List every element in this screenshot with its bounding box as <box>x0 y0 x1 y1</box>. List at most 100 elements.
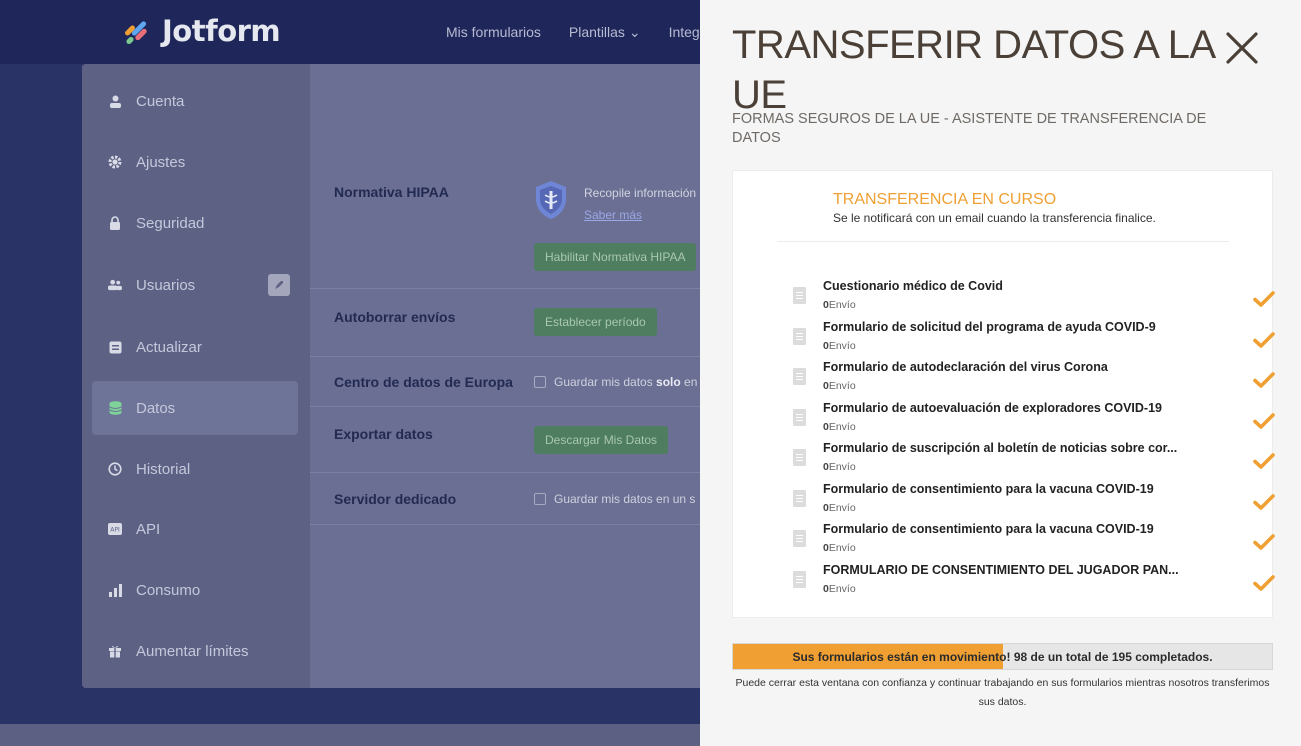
sidebar-item-actualizar[interactable]: Actualizar <box>92 320 298 374</box>
set-period-button[interactable]: Establecer período <box>534 308 657 336</box>
submission-count: 0Envío <box>823 421 856 433</box>
nav-integrations[interactable]: Integ <box>669 24 700 41</box>
modal-title: TRANSFERIR DATOS A LA UE <box>732 23 1214 117</box>
checkmark-icon <box>1253 372 1275 388</box>
form-name: Formulario de suscripción al boletín de … <box>823 441 1178 455</box>
nav-my-forms[interactable]: Mis formularios <box>446 24 541 41</box>
document-icon <box>793 368 806 385</box>
checkmark-icon <box>1253 534 1275 550</box>
settings-divider <box>310 524 722 525</box>
api-icon: API <box>108 522 122 536</box>
checkmark-icon <box>1253 413 1275 429</box>
hipaa-learn-more-link[interactable]: Saber más <box>584 208 642 222</box>
download-data-button[interactable]: Descargar Mis Datos <box>534 426 669 454</box>
dedicated-server-checkbox-label: Guardar mis datos en un s <box>554 492 696 506</box>
svg-text:API: API <box>110 527 120 534</box>
rocket-icon <box>268 274 290 296</box>
eu-datacenter-label: Centro de datos de Europa <box>334 374 513 390</box>
submission-count: 0Envío <box>823 299 856 311</box>
hipaa-label: Normativa HIPAA <box>334 184 449 200</box>
database-icon <box>108 401 122 415</box>
sidebar-item-ajustes[interactable]: Ajustes <box>92 135 298 189</box>
form-name: Formulario de autoevaluación de explorad… <box>823 401 1162 415</box>
eu-datacenter-checkbox-label: Guardar mis datos solo en <box>554 375 698 389</box>
settings-divider <box>310 356 722 357</box>
form-name: Formulario de solicitud del programa de … <box>823 320 1156 334</box>
checkmark-icon <box>1253 291 1275 307</box>
checkmark-icon <box>1253 575 1275 591</box>
sidebar-item-label: Historial <box>136 460 191 478</box>
settings-sidebar: Cuenta Ajustes Seguridad Usuarios Actual… <box>82 64 310 688</box>
sidebar-item-api[interactable]: API API <box>92 502 298 556</box>
gear-icon <box>108 155 122 169</box>
form-name: Cuestionario médico de Covid <box>823 279 1003 293</box>
jotform-logo[interactable]: Jotform <box>122 14 281 48</box>
autodelete-label: Autoborrar envíos <box>334 309 456 325</box>
progress-text: Sus formularios están en movimiento! 98 … <box>792 649 1213 664</box>
dedicated-server-label: Servidor dedicado <box>334 491 457 507</box>
dedicated-server-checkbox[interactable] <box>534 493 546 505</box>
footer-strip <box>0 724 700 746</box>
settings-divider <box>310 472 722 473</box>
document-icon <box>793 287 806 304</box>
shield-icon <box>536 181 566 219</box>
submission-count: 0Envío <box>823 542 856 554</box>
gift-icon <box>108 644 122 658</box>
sidebar-item-label: Actualizar <box>136 338 202 356</box>
form-name: Formulario de autodeclaración del virus … <box>823 360 1108 374</box>
status-message: Se le notificará con un email cuando la … <box>833 211 1156 225</box>
status-divider <box>777 241 1229 242</box>
export-data-label: Exportar datos <box>334 426 433 442</box>
checkmark-icon <box>1253 332 1275 348</box>
users-icon <box>108 278 122 292</box>
transfer-modal: TRANSFERIR DATOS A LA UE FORMAS SEGUROS … <box>700 0 1301 746</box>
sidebar-item-historial[interactable]: Historial <box>92 442 298 496</box>
person-icon <box>108 94 122 108</box>
checkmark-icon <box>1253 494 1275 510</box>
sidebar-item-usuarios[interactable]: Usuarios <box>92 258 298 312</box>
list-item: Formulario de consentimiento para la vac… <box>793 482 1275 520</box>
top-nav-links: Mis formularios Plantillas ⌄ Integ <box>446 24 700 41</box>
sidebar-item-cuenta[interactable]: Cuenta <box>92 74 298 128</box>
footer-note: Puede cerrar esta ventana con confianza … <box>735 677 1270 708</box>
sidebar-item-datos[interactable]: Datos <box>92 381 298 435</box>
transfer-progress-bar: Sus formularios están en movimiento! 98 … <box>732 643 1273 670</box>
form-name: Formulario de consentimiento para la vac… <box>823 522 1154 536</box>
sidebar-item-seguridad[interactable]: Seguridad <box>92 196 298 250</box>
document-icon <box>793 490 806 507</box>
lock-icon <box>108 216 122 230</box>
dedicated-server-checkbox-row[interactable]: Guardar mis datos en un s <box>534 492 695 506</box>
nav-templates[interactable]: Plantillas ⌄ <box>569 24 641 41</box>
list-item: Formulario de solicitud del programa de … <box>793 320 1275 358</box>
document-icon <box>793 328 806 345</box>
list-item: FORMULARIO DE CONSENTIMIENTO DEL JUGADOR… <box>793 563 1275 601</box>
list-item: Formulario de autoevaluación de explorad… <box>793 401 1275 439</box>
sidebar-item-label: Seguridad <box>136 214 205 232</box>
history-icon <box>108 462 122 476</box>
settings-divider <box>310 406 722 407</box>
document-icon <box>793 409 806 426</box>
settings-divider <box>310 288 722 289</box>
sidebar-item-aumentar-limites[interactable]: Aumentar límites <box>92 624 298 678</box>
close-icon[interactable] <box>1220 26 1264 70</box>
sidebar-item-label: API <box>136 520 161 538</box>
document-icon <box>793 571 806 588</box>
enable-hipaa-button[interactable]: Habilitar Normativa HIPAA <box>534 243 697 271</box>
transfer-status-card: TRANSFERENCIA EN CURSO Se le notificará … <box>732 170 1275 618</box>
sidebar-item-label: Aumentar límites <box>136 642 249 660</box>
modal-subtitle: FORMAS SEGUROS DE LA UE - ASISTENTE DE T… <box>732 111 1207 146</box>
sidebar-item-consumo[interactable]: Consumo <box>92 563 298 617</box>
form-name: Formulario de consentimiento para la vac… <box>823 482 1154 496</box>
submission-count: 0Envío <box>823 380 856 392</box>
logo-text: Jotform <box>162 14 281 48</box>
submission-count: 0Envío <box>823 583 856 595</box>
list-item: Formulario de consentimiento para la vac… <box>793 522 1275 560</box>
form-name: FORMULARIO DE CONSENTIMIENTO DEL JUGADOR… <box>823 563 1179 577</box>
list-item: Formulario de autodeclaración del virus … <box>793 360 1275 398</box>
jotform-logo-icon <box>122 16 152 46</box>
eu-datacenter-checkbox[interactable] <box>534 376 546 388</box>
document-icon <box>793 449 806 466</box>
eu-datacenter-checkbox-row[interactable]: Guardar mis datos solo en <box>534 375 697 389</box>
submission-count: 0Envío <box>823 461 856 473</box>
sidebar-item-label: Ajustes <box>136 153 186 171</box>
